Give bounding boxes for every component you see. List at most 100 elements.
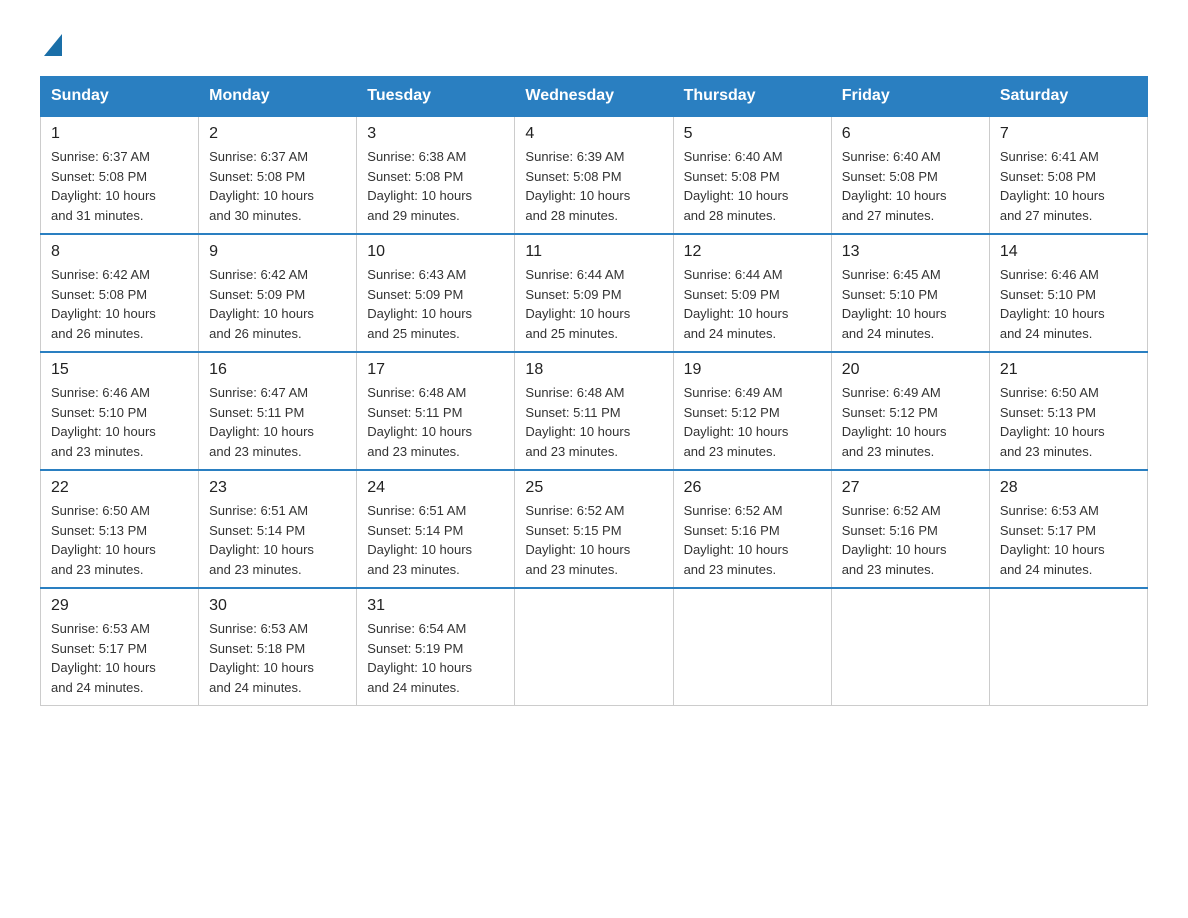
day-number: 23	[209, 479, 346, 497]
logo-top	[40, 30, 64, 56]
day-cell: 6 Sunrise: 6:40 AMSunset: 5:08 PMDayligh…	[831, 116, 989, 234]
day-info: Sunrise: 6:40 AMSunset: 5:08 PMDaylight:…	[684, 149, 789, 223]
calendar-body: 1 Sunrise: 6:37 AMSunset: 5:08 PMDayligh…	[41, 116, 1148, 706]
day-cell	[515, 588, 673, 706]
day-info: Sunrise: 6:42 AMSunset: 5:08 PMDaylight:…	[51, 267, 156, 341]
day-cell: 15 Sunrise: 6:46 AMSunset: 5:10 PMDaylig…	[41, 352, 199, 470]
day-cell: 5 Sunrise: 6:40 AMSunset: 5:08 PMDayligh…	[673, 116, 831, 234]
week-row-2: 8 Sunrise: 6:42 AMSunset: 5:08 PMDayligh…	[41, 234, 1148, 352]
day-info: Sunrise: 6:46 AMSunset: 5:10 PMDaylight:…	[1000, 267, 1105, 341]
day-cell: 28 Sunrise: 6:53 AMSunset: 5:17 PMDaylig…	[989, 470, 1147, 588]
day-info: Sunrise: 6:44 AMSunset: 5:09 PMDaylight:…	[684, 267, 789, 341]
column-header-sunday: Sunday	[41, 77, 199, 117]
day-cell: 17 Sunrise: 6:48 AMSunset: 5:11 PMDaylig…	[357, 352, 515, 470]
day-info: Sunrise: 6:53 AMSunset: 5:18 PMDaylight:…	[209, 621, 314, 695]
day-info: Sunrise: 6:49 AMSunset: 5:12 PMDaylight:…	[842, 385, 947, 459]
day-number: 9	[209, 243, 346, 261]
day-cell: 11 Sunrise: 6:44 AMSunset: 5:09 PMDaylig…	[515, 234, 673, 352]
day-cell: 16 Sunrise: 6:47 AMSunset: 5:11 PMDaylig…	[199, 352, 357, 470]
day-info: Sunrise: 6:44 AMSunset: 5:09 PMDaylight:…	[525, 267, 630, 341]
day-cell	[831, 588, 989, 706]
column-header-wednesday: Wednesday	[515, 77, 673, 117]
day-info: Sunrise: 6:43 AMSunset: 5:09 PMDaylight:…	[367, 267, 472, 341]
day-cell: 24 Sunrise: 6:51 AMSunset: 5:14 PMDaylig…	[357, 470, 515, 588]
week-row-4: 22 Sunrise: 6:50 AMSunset: 5:13 PMDaylig…	[41, 470, 1148, 588]
column-header-saturday: Saturday	[989, 77, 1147, 117]
day-info: Sunrise: 6:52 AMSunset: 5:16 PMDaylight:…	[684, 503, 789, 577]
day-info: Sunrise: 6:38 AMSunset: 5:08 PMDaylight:…	[367, 149, 472, 223]
logo	[40, 30, 64, 56]
week-row-1: 1 Sunrise: 6:37 AMSunset: 5:08 PMDayligh…	[41, 116, 1148, 234]
day-info: Sunrise: 6:42 AMSunset: 5:09 PMDaylight:…	[209, 267, 314, 341]
day-number: 17	[367, 361, 504, 379]
day-number: 28	[1000, 479, 1137, 497]
day-info: Sunrise: 6:39 AMSunset: 5:08 PMDaylight:…	[525, 149, 630, 223]
day-info: Sunrise: 6:51 AMSunset: 5:14 PMDaylight:…	[209, 503, 314, 577]
day-info: Sunrise: 6:46 AMSunset: 5:10 PMDaylight:…	[51, 385, 156, 459]
day-cell: 26 Sunrise: 6:52 AMSunset: 5:16 PMDaylig…	[673, 470, 831, 588]
column-header-thursday: Thursday	[673, 77, 831, 117]
day-number: 11	[525, 243, 662, 261]
column-header-tuesday: Tuesday	[357, 77, 515, 117]
day-number: 21	[1000, 361, 1137, 379]
day-cell: 30 Sunrise: 6:53 AMSunset: 5:18 PMDaylig…	[199, 588, 357, 706]
day-number: 30	[209, 597, 346, 615]
day-cell: 19 Sunrise: 6:49 AMSunset: 5:12 PMDaylig…	[673, 352, 831, 470]
day-info: Sunrise: 6:47 AMSunset: 5:11 PMDaylight:…	[209, 385, 314, 459]
day-number: 15	[51, 361, 188, 379]
day-number: 6	[842, 125, 979, 143]
day-number: 19	[684, 361, 821, 379]
day-cell: 2 Sunrise: 6:37 AMSunset: 5:08 PMDayligh…	[199, 116, 357, 234]
day-number: 16	[209, 361, 346, 379]
day-cell	[989, 588, 1147, 706]
calendar-table: SundayMondayTuesdayWednesdayThursdayFrid…	[40, 76, 1148, 706]
day-info: Sunrise: 6:53 AMSunset: 5:17 PMDaylight:…	[1000, 503, 1105, 577]
day-info: Sunrise: 6:37 AMSunset: 5:08 PMDaylight:…	[209, 149, 314, 223]
day-number: 2	[209, 125, 346, 143]
day-cell: 27 Sunrise: 6:52 AMSunset: 5:16 PMDaylig…	[831, 470, 989, 588]
day-info: Sunrise: 6:52 AMSunset: 5:15 PMDaylight:…	[525, 503, 630, 577]
day-cell: 21 Sunrise: 6:50 AMSunset: 5:13 PMDaylig…	[989, 352, 1147, 470]
day-number: 5	[684, 125, 821, 143]
day-number: 31	[367, 597, 504, 615]
day-info: Sunrise: 6:37 AMSunset: 5:08 PMDaylight:…	[51, 149, 156, 223]
day-info: Sunrise: 6:40 AMSunset: 5:08 PMDaylight:…	[842, 149, 947, 223]
day-number: 7	[1000, 125, 1137, 143]
header-row: SundayMondayTuesdayWednesdayThursdayFrid…	[41, 77, 1148, 117]
day-cell: 8 Sunrise: 6:42 AMSunset: 5:08 PMDayligh…	[41, 234, 199, 352]
day-number: 3	[367, 125, 504, 143]
day-number: 29	[51, 597, 188, 615]
calendar-header: SundayMondayTuesdayWednesdayThursdayFrid…	[41, 77, 1148, 117]
day-info: Sunrise: 6:45 AMSunset: 5:10 PMDaylight:…	[842, 267, 947, 341]
day-info: Sunrise: 6:51 AMSunset: 5:14 PMDaylight:…	[367, 503, 472, 577]
day-number: 20	[842, 361, 979, 379]
day-cell: 20 Sunrise: 6:49 AMSunset: 5:12 PMDaylig…	[831, 352, 989, 470]
day-number: 26	[684, 479, 821, 497]
day-info: Sunrise: 6:52 AMSunset: 5:16 PMDaylight:…	[842, 503, 947, 577]
day-info: Sunrise: 6:53 AMSunset: 5:17 PMDaylight:…	[51, 621, 156, 695]
day-cell: 23 Sunrise: 6:51 AMSunset: 5:14 PMDaylig…	[199, 470, 357, 588]
logo-triangle-icon	[44, 34, 62, 56]
day-cell: 31 Sunrise: 6:54 AMSunset: 5:19 PMDaylig…	[357, 588, 515, 706]
day-number: 24	[367, 479, 504, 497]
day-number: 8	[51, 243, 188, 261]
day-number: 18	[525, 361, 662, 379]
day-number: 10	[367, 243, 504, 261]
day-number: 1	[51, 125, 188, 143]
day-info: Sunrise: 6:50 AMSunset: 5:13 PMDaylight:…	[1000, 385, 1105, 459]
day-cell: 7 Sunrise: 6:41 AMSunset: 5:08 PMDayligh…	[989, 116, 1147, 234]
day-info: Sunrise: 6:49 AMSunset: 5:12 PMDaylight:…	[684, 385, 789, 459]
column-header-monday: Monday	[199, 77, 357, 117]
day-cell: 9 Sunrise: 6:42 AMSunset: 5:09 PMDayligh…	[199, 234, 357, 352]
day-number: 25	[525, 479, 662, 497]
day-number: 27	[842, 479, 979, 497]
day-cell: 22 Sunrise: 6:50 AMSunset: 5:13 PMDaylig…	[41, 470, 199, 588]
day-number: 4	[525, 125, 662, 143]
day-cell: 18 Sunrise: 6:48 AMSunset: 5:11 PMDaylig…	[515, 352, 673, 470]
day-cell: 10 Sunrise: 6:43 AMSunset: 5:09 PMDaylig…	[357, 234, 515, 352]
day-info: Sunrise: 6:48 AMSunset: 5:11 PMDaylight:…	[367, 385, 472, 459]
day-cell: 14 Sunrise: 6:46 AMSunset: 5:10 PMDaylig…	[989, 234, 1147, 352]
week-row-5: 29 Sunrise: 6:53 AMSunset: 5:17 PMDaylig…	[41, 588, 1148, 706]
day-number: 22	[51, 479, 188, 497]
day-info: Sunrise: 6:48 AMSunset: 5:11 PMDaylight:…	[525, 385, 630, 459]
